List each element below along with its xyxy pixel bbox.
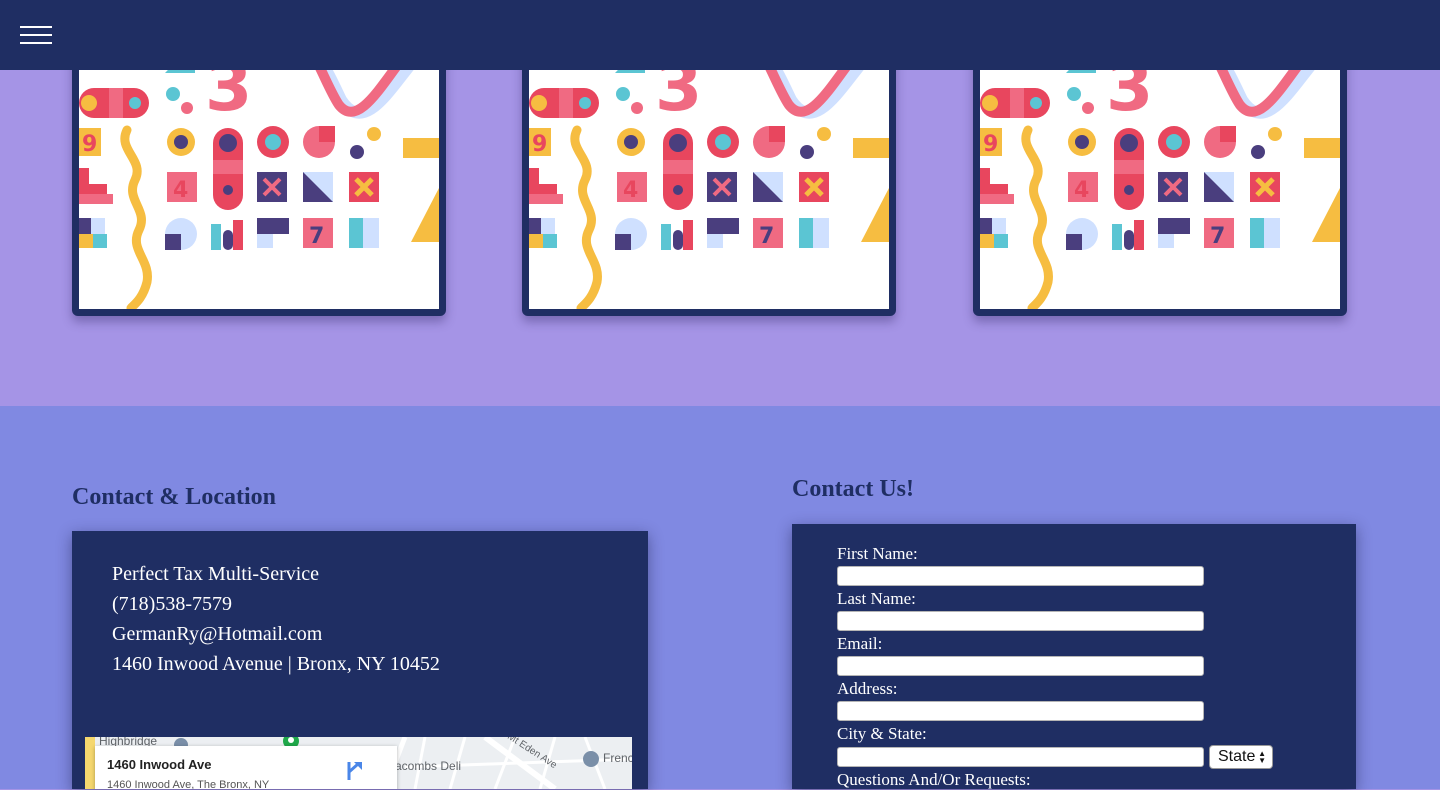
svg-text:4: 4 [1074,178,1089,203]
map-place-card[interactable]: 1460 Inwood Ave 1460 Inwood Ave, The Bro… [95,746,397,789]
svg-text:7: 7 [759,224,774,249]
first-name-input[interactable] [837,566,1204,586]
contact-location-panel: Perfect Tax Multi-Service (718)538-7579 … [72,531,648,789]
email-label: Email: [837,634,883,653]
phone-number: (718)538-7579 [112,593,232,615]
last-name-label: Last Name: [837,589,916,608]
contact-form: First Name: Last Name: Email: Address: C… [792,524,1356,789]
address-label: Address: [837,679,898,698]
hamburger-menu-icon[interactable] [20,26,52,44]
street-address: 1460 Inwood Avenue | Bronx, NY 10452 [112,653,440,675]
top-nav-bar [0,0,1440,70]
directions-icon[interactable] [345,760,363,782]
svg-text:9: 9 [983,132,998,157]
address-input[interactable] [837,701,1204,721]
embedded-map[interactable]: Highbridge acombs Deli E Mt Eden Ave Fre… [85,737,632,789]
svg-text:9: 9 [532,132,547,157]
map-label-deli: acombs Deli [395,759,462,773]
contact-location-heading: Contact & Location [72,484,276,510]
questions-label: Questions And/Or Requests: [837,770,1031,789]
first-name-label: First Name: [837,544,918,563]
business-name: Perfect Tax Multi-Service [112,563,320,585]
svg-text:4: 4 [173,178,188,203]
svg-text:7: 7 [309,224,324,249]
state-select[interactable]: State ▲ ▼ [1209,745,1273,769]
svg-text:7: 7 [1210,224,1225,249]
map-place-address: 1460 Inwood Ave, The Bronx, NY [107,779,270,789]
contact-us-heading: Contact Us! [792,476,914,502]
svg-text:9: 9 [82,132,97,157]
map-label-french: Frenc [603,751,632,765]
city-input[interactable] [837,747,1204,767]
email-address: GermanRy@Hotmail.com [112,623,323,645]
last-name-input[interactable] [837,611,1204,631]
email-input[interactable] [837,656,1204,676]
map-place-title: 1460 Inwood Ave [107,757,212,772]
state-select-value: State [1218,748,1256,765]
select-updown-icon: ▲ ▼ [1258,749,1266,765]
city-state-label: City & State: [837,724,927,743]
svg-text:4: 4 [623,178,638,203]
